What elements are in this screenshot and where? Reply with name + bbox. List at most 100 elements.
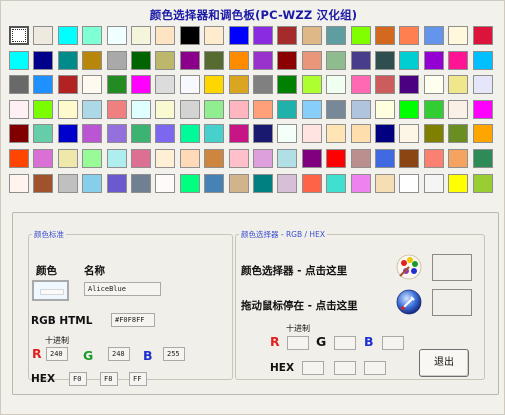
color-swatch[interactable] — [82, 174, 102, 193]
color-swatch[interactable] — [448, 75, 468, 94]
color-picker-icon[interactable] — [396, 289, 422, 315]
color-swatch[interactable] — [204, 149, 224, 168]
color-swatch[interactable] — [33, 149, 53, 168]
color-swatch[interactable] — [473, 100, 493, 119]
color-swatch[interactable] — [33, 51, 53, 70]
color-swatch[interactable] — [473, 75, 493, 94]
color-swatch[interactable] — [204, 26, 224, 45]
color-swatch[interactable] — [180, 124, 200, 143]
color-swatch[interactable] — [131, 51, 151, 70]
color-swatch[interactable] — [180, 51, 200, 70]
color-swatch[interactable] — [155, 124, 175, 143]
color-swatch[interactable] — [107, 75, 127, 94]
color-swatch[interactable] — [9, 149, 29, 168]
r-decimal-field[interactable]: 240 — [46, 347, 68, 361]
color-swatch[interactable] — [9, 124, 29, 143]
color-swatch[interactable] — [107, 124, 127, 143]
color-swatch[interactable] — [9, 100, 29, 119]
color-swatch[interactable] — [302, 149, 322, 168]
color-swatch[interactable] — [253, 100, 273, 119]
color-swatch[interactable] — [82, 26, 102, 45]
color-swatch[interactable] — [424, 51, 444, 70]
color-swatch[interactable] — [131, 75, 151, 94]
color-swatch[interactable] — [155, 51, 175, 70]
g-decimal-field[interactable]: 248 — [108, 347, 130, 361]
color-swatch[interactable] — [473, 124, 493, 143]
color-palette-icon[interactable] — [396, 254, 422, 280]
color-swatch[interactable] — [399, 100, 419, 119]
color-swatch[interactable] — [375, 149, 395, 168]
color-swatch[interactable] — [229, 75, 249, 94]
color-swatch[interactable] — [107, 174, 127, 193]
rgb-html-field[interactable]: #F0F8FF — [111, 313, 155, 327]
color-swatch[interactable] — [229, 124, 249, 143]
color-swatch[interactable] — [326, 100, 346, 119]
color-swatch[interactable] — [253, 124, 273, 143]
color-swatch[interactable] — [302, 174, 322, 193]
color-swatch[interactable] — [82, 75, 102, 94]
color-swatch[interactable] — [448, 149, 468, 168]
color-swatch[interactable] — [351, 26, 371, 45]
color-swatch[interactable] — [180, 26, 200, 45]
color-swatch[interactable] — [204, 174, 224, 193]
color-swatch[interactable] — [473, 26, 493, 45]
color-swatch[interactable] — [107, 26, 127, 45]
picker-b-decimal-field[interactable] — [382, 336, 404, 350]
color-swatch[interactable] — [131, 26, 151, 45]
color-swatch[interactable] — [302, 75, 322, 94]
color-swatch[interactable] — [448, 124, 468, 143]
color-swatch[interactable] — [229, 149, 249, 168]
color-swatch[interactable] — [58, 26, 78, 45]
color-swatch[interactable] — [131, 174, 151, 193]
color-swatch[interactable] — [9, 75, 29, 94]
color-swatch[interactable] — [180, 100, 200, 119]
color-swatch[interactable] — [302, 51, 322, 70]
color-swatch[interactable] — [399, 174, 419, 193]
color-swatch[interactable] — [302, 26, 322, 45]
color-swatch[interactable] — [375, 174, 395, 193]
color-swatch[interactable] — [399, 124, 419, 143]
color-swatch[interactable] — [375, 51, 395, 70]
color-swatch[interactable] — [155, 26, 175, 45]
color-preview-swatch[interactable] — [32, 280, 69, 301]
picker-r-decimal-field[interactable] — [287, 336, 309, 350]
color-swatch[interactable] — [277, 26, 297, 45]
color-swatch[interactable] — [82, 100, 102, 119]
color-swatch[interactable] — [155, 149, 175, 168]
color-swatch[interactable] — [229, 174, 249, 193]
color-swatch[interactable] — [204, 51, 224, 70]
color-swatch[interactable] — [424, 26, 444, 45]
color-swatch[interactable] — [473, 149, 493, 168]
color-name-field[interactable]: AliceBlue — [84, 282, 161, 296]
color-swatch[interactable] — [180, 174, 200, 193]
g-hex-field[interactable]: F8 — [100, 372, 118, 386]
color-swatch[interactable] — [58, 51, 78, 70]
color-swatch[interactable] — [351, 124, 371, 143]
color-swatch[interactable] — [107, 51, 127, 70]
b-hex-field[interactable]: FF — [129, 372, 147, 386]
color-swatch[interactable] — [351, 51, 371, 70]
color-swatch[interactable] — [253, 174, 273, 193]
color-swatch[interactable] — [204, 100, 224, 119]
color-swatch[interactable] — [326, 124, 346, 143]
color-swatch[interactable] — [448, 100, 468, 119]
picker-b-hex-field[interactable] — [364, 361, 386, 375]
color-swatch[interactable] — [351, 75, 371, 94]
color-swatch[interactable] — [33, 100, 53, 119]
color-swatch[interactable] — [155, 75, 175, 94]
color-swatch[interactable] — [277, 75, 297, 94]
color-swatch[interactable] — [9, 26, 29, 45]
color-swatch[interactable] — [277, 124, 297, 143]
color-swatch[interactable] — [180, 75, 200, 94]
color-swatch[interactable] — [107, 100, 127, 119]
color-swatch[interactable] — [58, 174, 78, 193]
picker-g-hex-field[interactable] — [334, 361, 356, 375]
color-swatch[interactable] — [424, 124, 444, 143]
color-swatch[interactable] — [33, 124, 53, 143]
color-swatch[interactable] — [9, 174, 29, 193]
color-swatch[interactable] — [229, 100, 249, 119]
color-swatch[interactable] — [375, 124, 395, 143]
color-swatch[interactable] — [326, 75, 346, 94]
color-swatch[interactable] — [448, 26, 468, 45]
color-swatch[interactable] — [82, 51, 102, 70]
